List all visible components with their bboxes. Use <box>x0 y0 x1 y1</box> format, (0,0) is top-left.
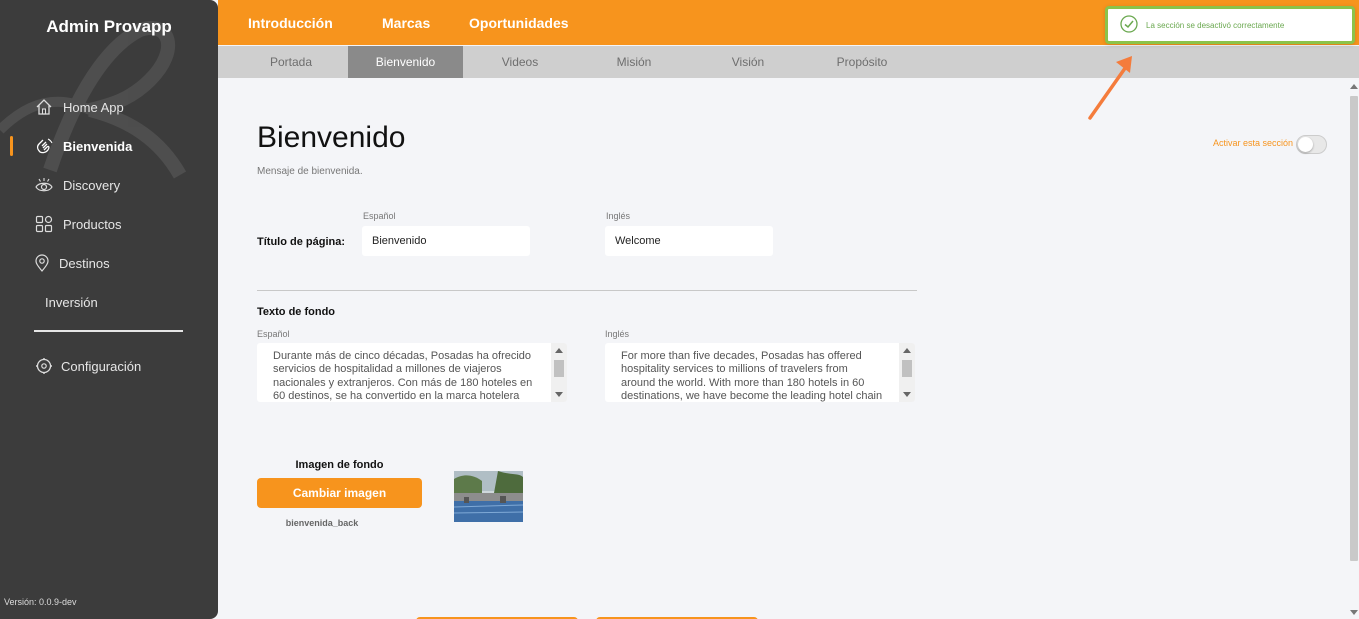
home-icon <box>34 97 54 117</box>
sidebar-item-bienvenida[interactable]: Bienvenida <box>0 133 218 159</box>
toast-message: La sección se desactivó correctamente <box>1146 20 1285 30</box>
subtab-bienvenido[interactable]: Bienvenido <box>348 46 463 78</box>
sidebar-item-label: Configuración <box>61 358 142 374</box>
background-text-es-textarea[interactable]: Durante más de cinco décadas, Posadas ha… <box>257 343 567 402</box>
background-text-en-textarea[interactable]: For more than five decades, Posadas has … <box>605 343 915 402</box>
section-divider <box>257 290 917 291</box>
textarea-content: Durante más de cinco décadas, Posadas ha… <box>273 350 533 402</box>
grid-icon <box>34 214 54 234</box>
sub-nav: Portada Bienvenido Videos Misión Visión … <box>218 46 1359 78</box>
tab-introduccion[interactable]: Introducción <box>248 15 333 31</box>
sidebar-divider <box>34 330 183 332</box>
location-pin-icon <box>32 253 52 273</box>
page-title-en-input[interactable] <box>605 226 773 256</box>
scroll-down-icon[interactable] <box>555 392 563 397</box>
lang-label-es: Español <box>257 329 290 339</box>
gear-icon <box>34 356 54 376</box>
main-scrollbar[interactable] <box>1349 78 1359 619</box>
wave-hand-icon <box>34 136 54 156</box>
subtab-mision[interactable]: Misión <box>589 46 679 78</box>
sidebar-item-label: Inversión <box>45 294 98 310</box>
sidebar-item-label: Productos <box>63 216 122 232</box>
page-title-es-input[interactable] <box>362 226 530 256</box>
check-circle-icon <box>1120 15 1138 35</box>
page-title: Bienvenido <box>257 121 406 154</box>
tab-marcas[interactable]: Marcas <box>382 15 430 31</box>
sidebar-item-destinos[interactable]: Destinos <box>0 250 218 276</box>
toggle-label: Activar esta sección <box>1213 138 1294 148</box>
sidebar-item-label: Discovery <box>63 177 121 193</box>
annotation-arrow-icon <box>1088 56 1132 120</box>
subtab-vision[interactable]: Visión <box>703 46 793 78</box>
scroll-down-icon[interactable] <box>903 392 911 397</box>
subtab-videos[interactable]: Videos <box>475 46 565 78</box>
brand-title: Admin Provapp <box>46 17 172 36</box>
scroll-up-icon[interactable] <box>555 348 563 353</box>
page-subtitle: Mensaje de bienvenida. <box>257 166 363 177</box>
page-title-label: Título de página: <box>257 236 345 248</box>
scroll-up-icon[interactable] <box>903 348 911 353</box>
sidebar-item-configuracion[interactable]: Configuración <box>0 353 218 379</box>
subtab-portada[interactable]: Portada <box>246 46 336 78</box>
sidebar-item-discovery[interactable]: Discovery <box>0 172 218 198</box>
sidebar-item-label: Destinos <box>59 255 110 271</box>
sidebar-item-productos[interactable]: Productos <box>0 211 218 237</box>
background-image-thumbnail <box>454 471 523 522</box>
sidebar: Admin Provapp Home App Bienvenida Discov… <box>0 0 218 619</box>
sidebar-item-home-app[interactable]: Home App <box>0 94 218 120</box>
section-toggle[interactable] <box>1296 135 1327 154</box>
lang-label-en: Inglés <box>606 211 631 221</box>
textarea-scrollbar[interactable] <box>551 343 567 402</box>
scroll-down-icon[interactable] <box>1350 610 1358 615</box>
scroll-thumb[interactable] <box>1350 96 1358 561</box>
scroll-up-icon[interactable] <box>1350 84 1358 89</box>
success-toast: La sección se desactivó correctamente <box>1105 6 1355 44</box>
sidebar-item-label: Home App <box>63 99 124 115</box>
lang-label-es: Español <box>363 211 396 221</box>
textarea-scrollbar[interactable] <box>899 343 915 402</box>
sidebar-item-inversion[interactable]: Inversión <box>0 289 218 315</box>
tab-oportunidades[interactable]: Oportunidades <box>469 15 569 31</box>
lang-label-en: Inglés <box>605 329 630 339</box>
version-label: Versión: 0.0.9-dev <box>4 597 77 607</box>
change-image-button[interactable]: Cambiar imagen <box>257 478 422 508</box>
toggle-knob <box>1298 137 1313 152</box>
scroll-thumb[interactable] <box>902 360 912 377</box>
sidebar-item-label: Bienvenida <box>63 138 133 154</box>
background-image-label: Imagen de fondo <box>295 459 384 471</box>
background-text-label: Texto de fondo <box>257 306 336 318</box>
scroll-thumb[interactable] <box>554 360 564 377</box>
subtab-proposito[interactable]: Propósito <box>817 46 907 78</box>
image-file-name: bienvenida_back <box>285 518 359 528</box>
textarea-content: For more than five decades, Posadas has … <box>621 350 883 402</box>
eye-icon <box>34 175 54 195</box>
